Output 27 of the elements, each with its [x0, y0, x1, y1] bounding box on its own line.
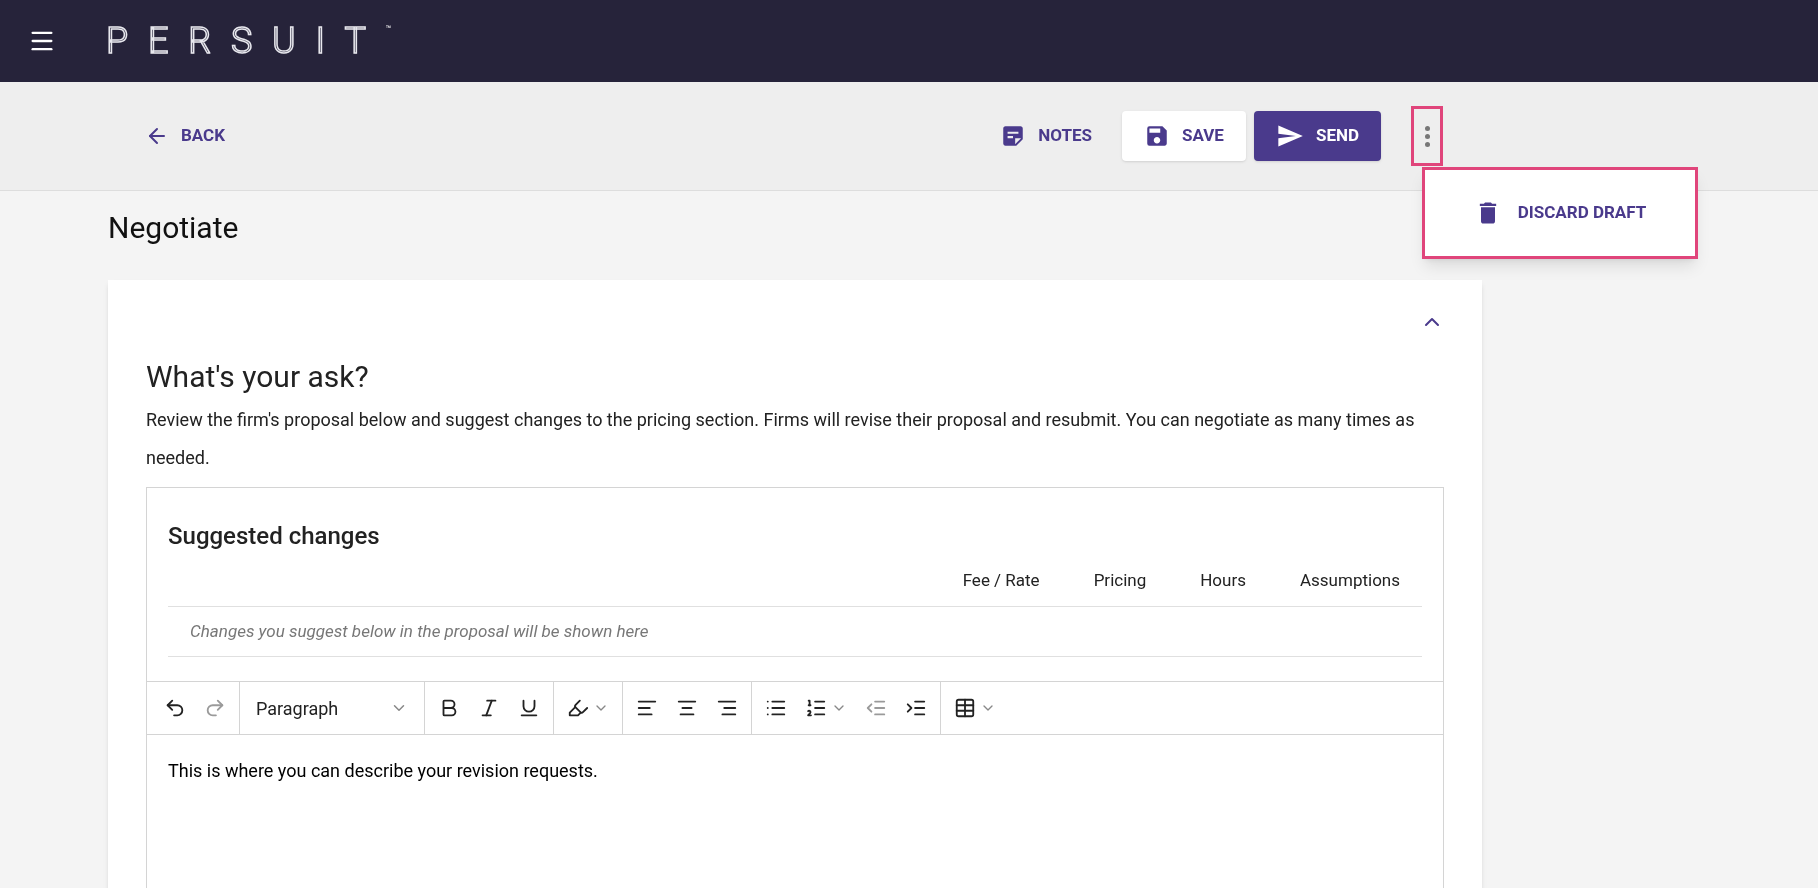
paragraph-dropdown[interactable]: Paragraph — [244, 689, 420, 727]
notes-button[interactable]: NOTES — [1000, 123, 1092, 149]
more-options-button[interactable] — [1411, 106, 1443, 166]
suggested-changes-title: Suggested changes — [168, 521, 381, 552]
column-header: Pricing — [1093, 569, 1147, 592]
discard-draft-menu-item[interactable]: DISCARD DRAFT — [1422, 167, 1698, 259]
column-header: Hours — [1200, 569, 1246, 592]
save-button[interactable]: SAVE — [1122, 111, 1246, 161]
page-title: Negotiate — [108, 209, 240, 247]
section-description: Review the firm's proposal below and suggest changes to the pricing section. Firms will revise their proposal and resubmit. You can negotiate as many times as needed. — [146, 408, 1416, 470]
trademark: ™ — [385, 23, 392, 36]
empty-message: Changes you suggest below in the proposal will be shown here — [190, 620, 649, 641]
logo: PERSUIT — [106, 23, 386, 59]
underline-icon — [518, 697, 540, 719]
back-button[interactable]: BACK — [145, 123, 226, 149]
more-dots-icon — [1424, 125, 1430, 147]
column-header: Assumptions — [1299, 569, 1400, 592]
section-heading: What's your ask? — [146, 358, 370, 396]
column-header: Fee / Rate — [962, 569, 1040, 592]
marker-icon — [567, 697, 589, 719]
numbered-list-icon — [805, 697, 827, 719]
redo-icon — [204, 697, 226, 719]
table-icon — [954, 697, 976, 719]
editor-content: This is where you can describe your revision requests. — [168, 760, 598, 781]
send-button[interactable]: SEND — [1253, 111, 1381, 161]
editor-text-area[interactable]: This is where you can describe your revision requests. — [147, 735, 1443, 888]
undo-icon — [164, 697, 186, 719]
